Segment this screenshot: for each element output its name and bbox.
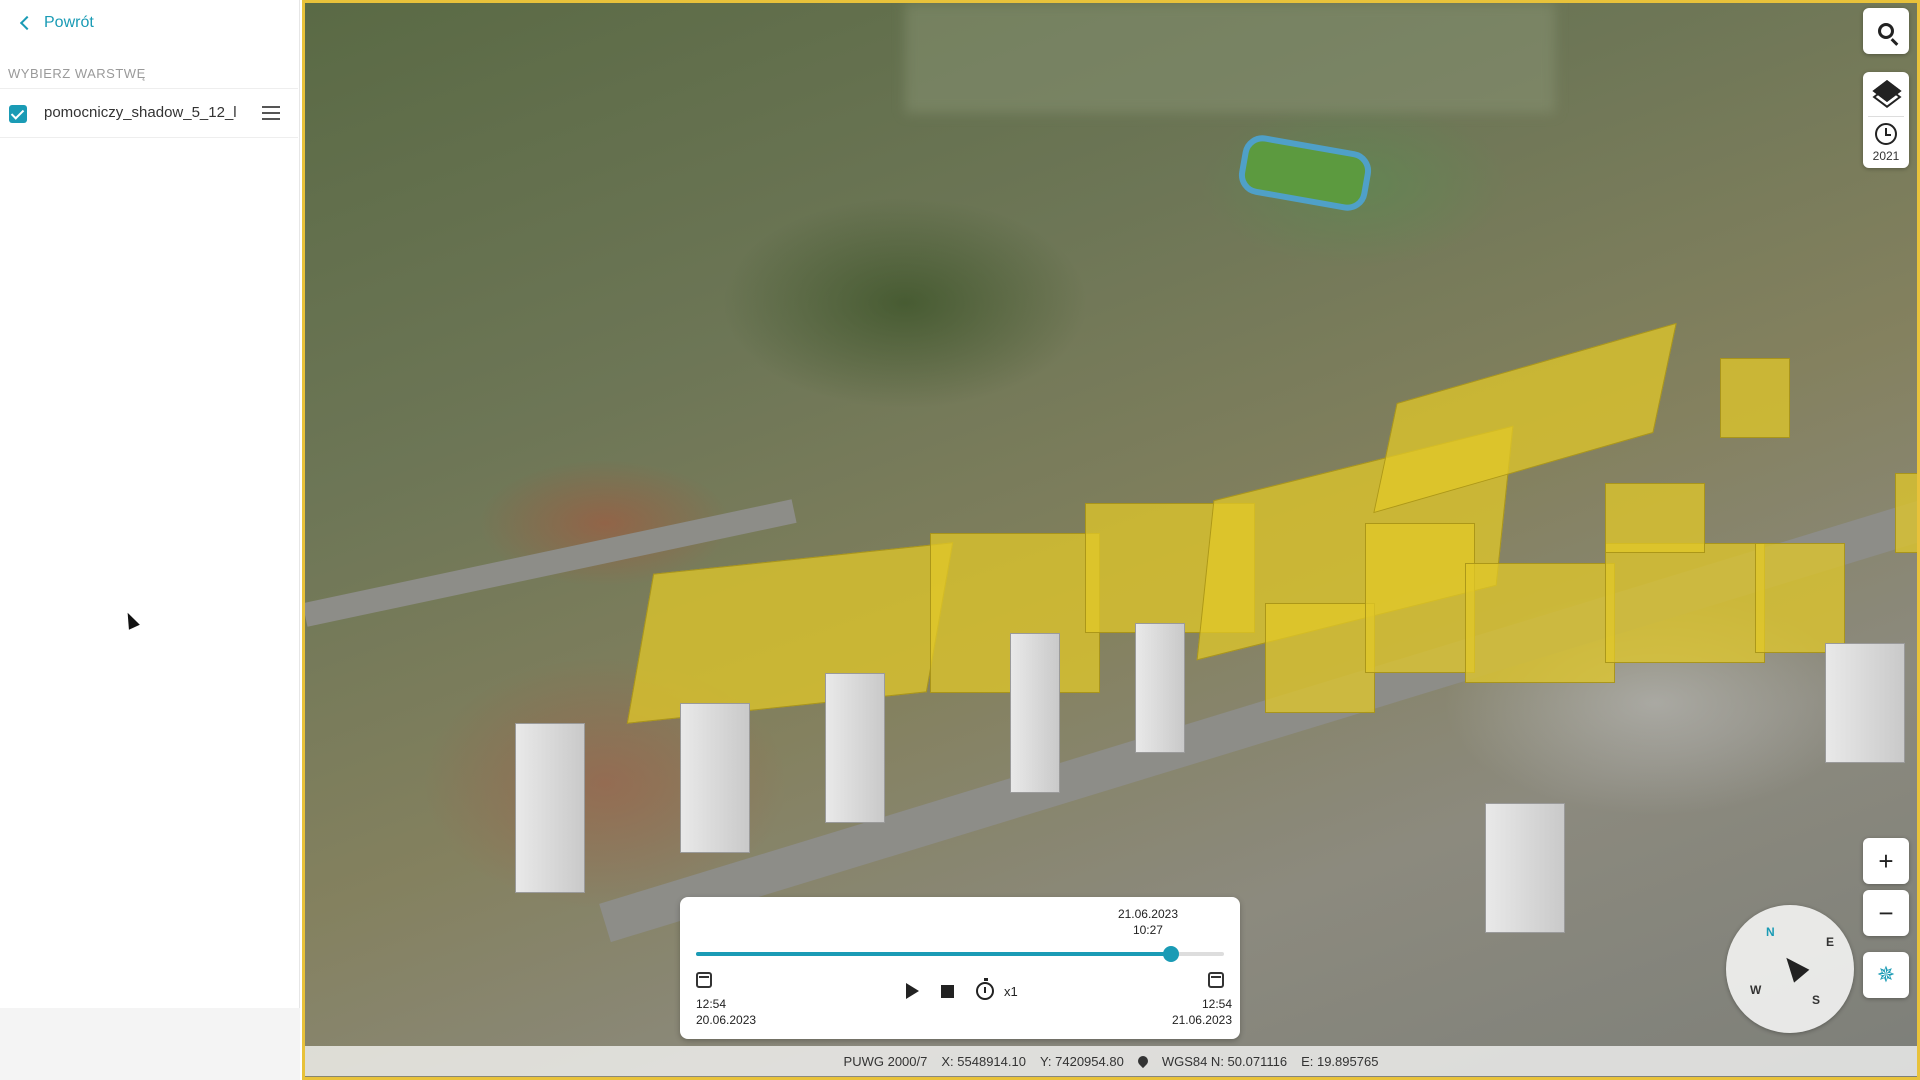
zoom-in-button[interactable]: + xyxy=(1863,838,1909,884)
end-time: 12:54 xyxy=(1201,997,1232,1011)
coordinates-status-bar: PUWG 2000/7 X: 5548914.10 Y: 7420954.80 … xyxy=(305,1046,1917,1076)
highlighted-building xyxy=(1265,603,1375,713)
highlighted-building xyxy=(1605,543,1765,663)
highlighted-building xyxy=(626,542,954,724)
year-label: 2021 xyxy=(1872,149,1900,163)
highlighted-building xyxy=(1755,543,1845,653)
chevron-left-icon xyxy=(19,15,35,31)
wgs84-east: E: 19.895765 xyxy=(1301,1053,1379,1069)
end-date: 21.06.2023 xyxy=(1171,1012,1232,1027)
white-tower-building xyxy=(1010,633,1060,793)
timeline-end: 12:54 21.06.2023 xyxy=(1172,997,1232,1028)
plus-icon: + xyxy=(1878,846,1894,876)
minus-icon: − xyxy=(1878,898,1894,928)
layer-name: pomocniczy_shadow_5_12_l xyxy=(44,104,237,121)
start-time: 12:54 xyxy=(696,997,727,1011)
crs-label[interactable]: PUWG 2000/7 xyxy=(844,1054,928,1069)
current-date: 21.06.2023 xyxy=(1117,907,1178,921)
layers-icon[interactable] xyxy=(1875,82,1897,104)
layer-row[interactable]: pomocniczy_shadow_5_12_l xyxy=(0,88,298,138)
location-pin-icon xyxy=(1135,1053,1150,1069)
timeline-start: 12:54 20.06.2023 xyxy=(696,997,756,1028)
calendar-start-icon[interactable] xyxy=(696,972,712,988)
hamburger-menu-icon[interactable] xyxy=(262,106,280,120)
timeline-progress xyxy=(696,952,1172,956)
timeline-slider-thumb[interactable] xyxy=(1163,946,1180,962)
compass-needle-icon xyxy=(1778,951,1810,983)
wgs84-north: WGS84 N: 50.071116 xyxy=(1161,1053,1288,1069)
highlighted-building xyxy=(1465,563,1615,683)
zoom-out-button[interactable]: − xyxy=(1863,890,1909,936)
compass-east: E xyxy=(1826,935,1835,949)
timeline-slider[interactable] xyxy=(696,946,1224,962)
coord-x: X: 5548914.10 xyxy=(941,1053,1026,1069)
coord-y: Y: 7420954.80 xyxy=(1039,1053,1124,1069)
white-tower-building xyxy=(1485,803,1565,933)
timeline-current-datetime: 21.06.2023 10:27 xyxy=(1118,907,1178,938)
white-tower-building xyxy=(680,703,750,853)
search-button[interactable] xyxy=(1863,8,1909,54)
stop-icon[interactable] xyxy=(941,984,954,998)
crosshair-icon: ✵ xyxy=(1876,962,1896,987)
section-label: WYBIERZ WARSTWĘ xyxy=(8,66,146,81)
white-tower-building xyxy=(1825,643,1905,763)
back-link[interactable]: Powrót xyxy=(19,14,94,32)
layers-time-panel[interactable]: 2021 xyxy=(1863,72,1909,168)
sidebar: Powrót WYBIERZ WARSTWĘ pomocniczy_shadow… xyxy=(0,0,300,1080)
compass-north: N xyxy=(1766,925,1775,939)
app-root: Powrót WYBIERZ WARSTWĘ pomocniczy_shadow… xyxy=(0,0,1920,1080)
compass-south: S xyxy=(1812,993,1821,1007)
stadium xyxy=(1235,132,1375,214)
map-blur-area xyxy=(905,3,1555,113)
start-date: 20.06.2023 xyxy=(696,1012,757,1027)
playback-speed[interactable]: x1 xyxy=(1004,984,1018,999)
playback-controls: x1 xyxy=(906,978,1018,1000)
divider xyxy=(1868,116,1904,117)
current-time: 10:27 xyxy=(1132,922,1163,937)
highlighted-building xyxy=(1720,358,1790,438)
compass-west: W xyxy=(1750,983,1762,997)
calendar-end-icon[interactable] xyxy=(1208,972,1224,988)
highlighted-building xyxy=(1365,523,1475,673)
play-icon[interactable] xyxy=(906,983,919,999)
search-icon xyxy=(1878,23,1894,39)
timeline-panel: 21.06.2023 10:27 12:54 20.06.2023 x1 12:… xyxy=(680,897,1240,1039)
locate-button[interactable]: ✵ xyxy=(1863,952,1909,998)
white-tower-building xyxy=(1135,623,1185,753)
white-tower-building xyxy=(515,723,585,893)
clock-icon[interactable] xyxy=(1875,123,1897,145)
compass[interactable]: N E W S xyxy=(1726,905,1854,1033)
layer-checkbox[interactable] xyxy=(9,105,27,123)
timer-icon[interactable] xyxy=(976,978,994,1000)
white-tower-building xyxy=(825,673,885,823)
back-label: Powrót xyxy=(44,14,94,31)
mouse-cursor-icon xyxy=(122,610,140,630)
highlighted-building xyxy=(1895,473,1917,553)
sidebar-footer xyxy=(0,1008,300,1080)
highlighted-building xyxy=(1605,483,1705,553)
